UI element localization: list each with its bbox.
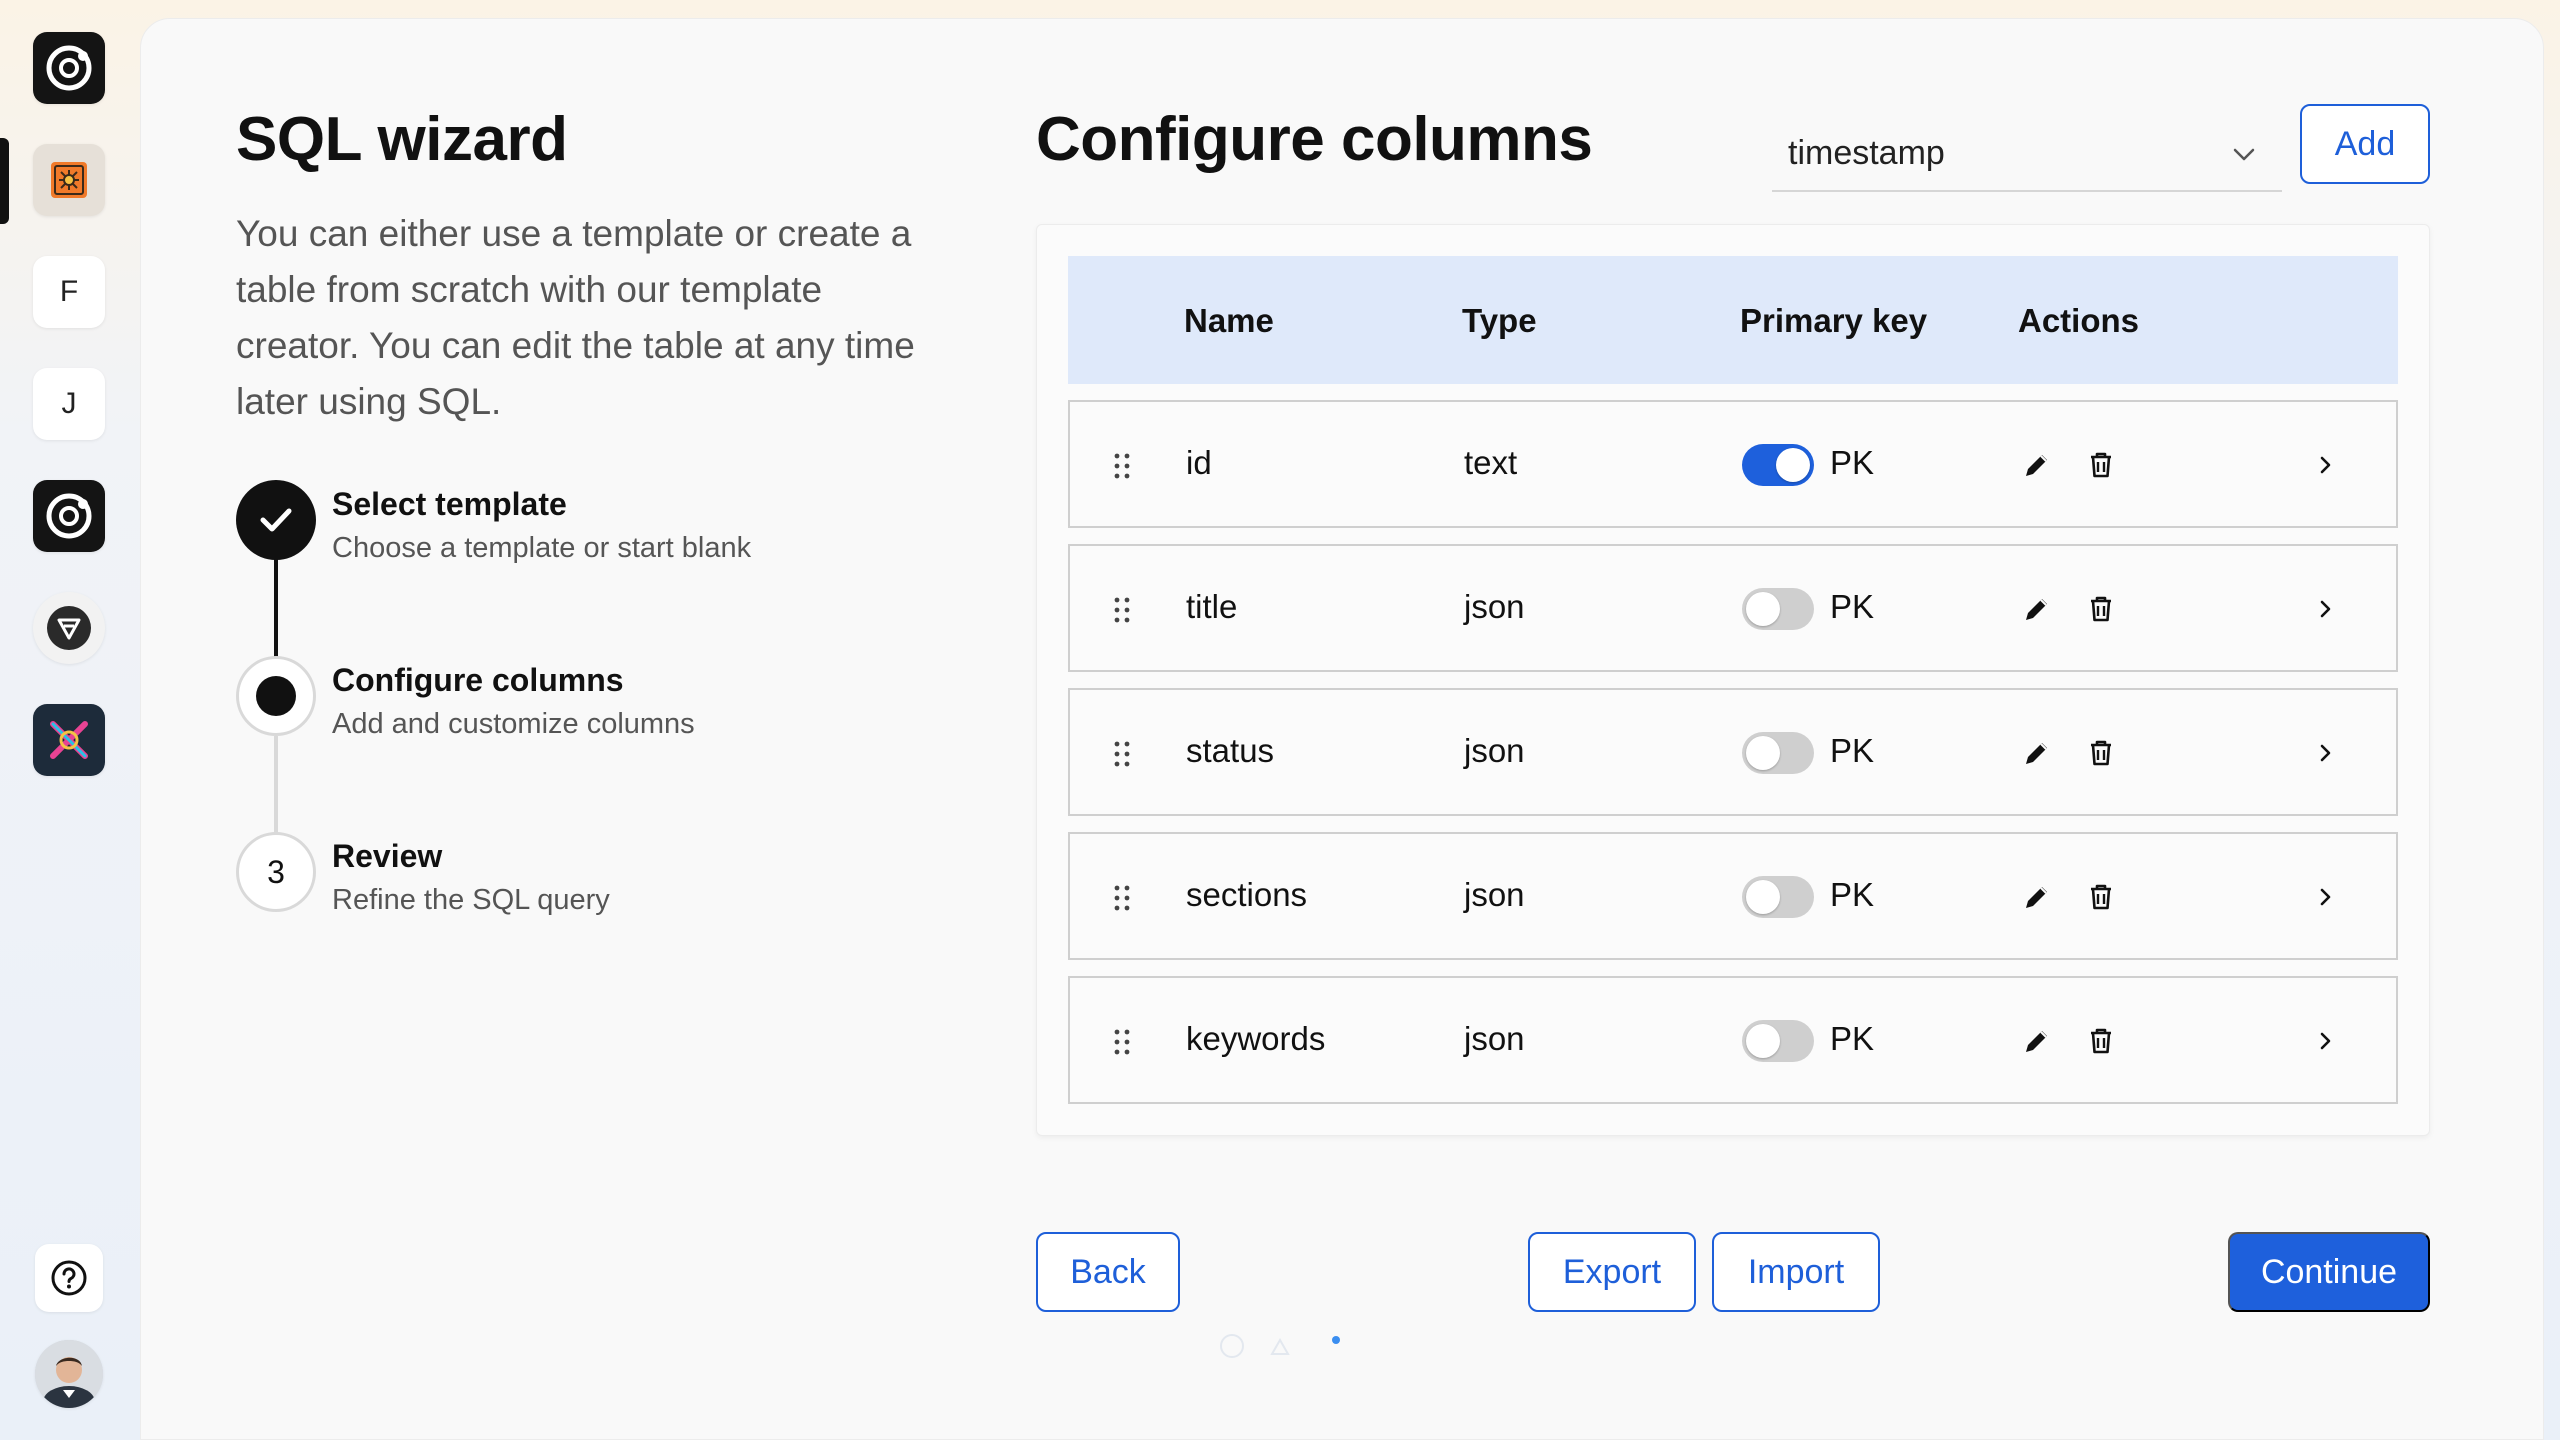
pk-label: PK (1830, 588, 1875, 625)
toggle-knob (1746, 880, 1780, 914)
column-type-select[interactable]: timestamp (1772, 116, 2282, 192)
step-3-title: Review (332, 838, 443, 874)
column-type: json (1464, 588, 1525, 625)
column-name: sections (1186, 876, 1308, 913)
primary-key-toggle[interactable] (1742, 444, 1814, 486)
chevron-right-icon[interactable] (2310, 594, 2340, 624)
header-primary-key: Primary key (1740, 302, 1928, 339)
column-type: json (1464, 1020, 1525, 1057)
header-actions: Actions (2018, 302, 2140, 339)
add-column-button[interactable]: Add (2300, 104, 2430, 184)
drag-handle-icon[interactable] (1110, 738, 1134, 770)
toggle-knob (1746, 592, 1780, 626)
step-3-subtitle: Refine the SQL query (332, 884, 610, 916)
step-1-subtitle: Choose a template or start blank (332, 532, 752, 564)
delete-icon[interactable] (2084, 1024, 2118, 1058)
workspace-j-button[interactable]: J (33, 368, 105, 440)
delete-icon[interactable] (2084, 592, 2118, 626)
edit-icon[interactable] (2020, 880, 2054, 914)
toggle-knob (1746, 1024, 1780, 1058)
table-row: id text PK (1068, 400, 2398, 528)
left-rail: F J (0, 0, 140, 1440)
delete-icon[interactable] (2084, 736, 2118, 770)
column-type: json (1464, 876, 1525, 913)
table-row: sections json PK (1068, 832, 2398, 960)
primary-key-toggle[interactable] (1742, 588, 1814, 630)
continue-button[interactable]: Continue (2228, 1232, 2430, 1312)
page-title: SQL wizard (236, 105, 568, 174)
toggle-knob (1776, 448, 1810, 482)
app-logo-2-icon[interactable] (33, 480, 105, 552)
drag-handle-icon[interactable] (1110, 882, 1134, 914)
step-connector-1 (274, 558, 278, 660)
column-name: title (1186, 588, 1238, 625)
pk-label: PK (1830, 876, 1875, 913)
column-name: status (1186, 732, 1275, 769)
section-heading: Configure columns (1036, 105, 1593, 174)
table-row: keywords json PK (1068, 976, 2398, 1104)
app-logo-icon[interactable] (33, 32, 105, 104)
wizard-description: You can either use a template or create … (236, 213, 915, 422)
drag-handle-icon[interactable] (1110, 594, 1134, 626)
page-indicator (1216, 1330, 1346, 1365)
user-avatar[interactable] (35, 1340, 103, 1408)
table-row: status json PK (1068, 688, 2398, 816)
import-button[interactable]: Import (1712, 1232, 1880, 1312)
back-button[interactable]: Back (1036, 1232, 1180, 1312)
export-button[interactable]: Export (1528, 1232, 1696, 1312)
drag-handle-icon[interactable] (1110, 450, 1134, 482)
header-type: Type (1462, 302, 1537, 339)
step-2-current-indicator (236, 656, 316, 736)
edit-icon[interactable] (2020, 592, 2054, 626)
workspace-f-label: F (59, 275, 79, 308)
step-1-check-icon (236, 480, 316, 560)
delete-icon[interactable] (2084, 448, 2118, 482)
chevron-right-icon[interactable] (2310, 738, 2340, 768)
header-name: Name (1184, 302, 1274, 339)
primary-key-toggle[interactable] (1742, 1020, 1814, 1062)
chevron-down-icon (2233, 148, 2255, 161)
active-indicator (0, 138, 9, 224)
triangle-badge-icon[interactable] (33, 592, 105, 664)
step-2-subtitle: Add and customize columns (332, 708, 695, 740)
pk-label: PK (1830, 1020, 1875, 1057)
column-type-value: timestamp (1788, 133, 1945, 172)
chevron-right-icon[interactable] (2310, 882, 2340, 912)
column-name: id (1186, 444, 1212, 481)
step-1-title: Select template (332, 486, 567, 522)
step-3-number: 3 (236, 832, 316, 912)
workspace-j-label: J (61, 387, 77, 420)
chevron-right-icon[interactable] (2310, 1026, 2340, 1056)
workspace-f-button[interactable]: F (33, 256, 105, 328)
drag-handle-icon[interactable] (1110, 1026, 1134, 1058)
step-2-title: Configure columns (332, 662, 624, 698)
pk-label: PK (1830, 444, 1875, 481)
chevron-right-icon[interactable] (2310, 450, 2340, 480)
step-connector-2 (274, 736, 278, 838)
project-icon[interactable] (33, 144, 105, 216)
edit-icon[interactable] (2020, 448, 2054, 482)
edit-icon[interactable] (2020, 1024, 2054, 1058)
column-type: json (1464, 732, 1525, 769)
toggle-knob (1746, 736, 1780, 770)
tools-icon[interactable] (33, 704, 105, 776)
column-type: text (1464, 444, 1518, 481)
pk-label: PK (1830, 732, 1875, 769)
table-header: Name Type Primary key Actions (1068, 256, 2398, 384)
primary-key-toggle[interactable] (1742, 732, 1814, 774)
column-name: keywords (1186, 1020, 1326, 1057)
primary-key-toggle[interactable] (1742, 876, 1814, 918)
table-row: title json PK (1068, 544, 2398, 672)
edit-icon[interactable] (2020, 736, 2054, 770)
delete-icon[interactable] (2084, 880, 2118, 914)
help-icon[interactable] (35, 1244, 103, 1312)
